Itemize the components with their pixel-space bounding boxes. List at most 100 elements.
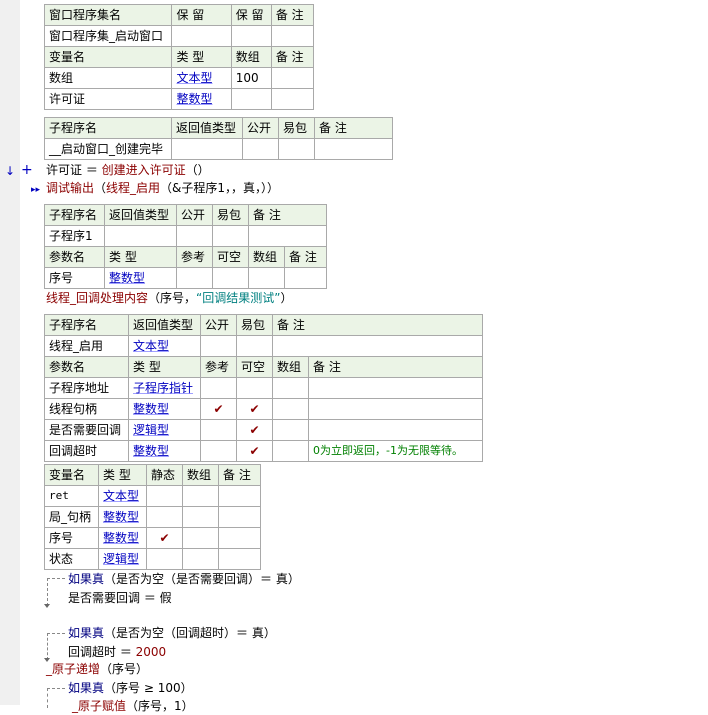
table-cell[interactable] bbox=[314, 138, 393, 160]
table-cell[interactable] bbox=[104, 225, 177, 247]
code-line[interactable]: 是否需要回调 ＝ 假 bbox=[68, 589, 172, 607]
note-cell[interactable] bbox=[307, 398, 484, 420]
table-cell[interactable] bbox=[176, 267, 213, 289]
header-cell: 可空 bbox=[212, 246, 249, 268]
check-icon[interactable]: ✔ bbox=[236, 440, 273, 462]
table-cell[interactable] bbox=[182, 527, 219, 549]
var-name-cell[interactable]: 状态 bbox=[44, 548, 99, 570]
table-cell[interactable] bbox=[176, 225, 213, 247]
code-value: 假 bbox=[159, 591, 172, 605]
breakpoint-arrow-icon[interactable]: ▸▸ bbox=[31, 183, 40, 197]
note-cell[interactable]: 0为立即返回，-1为无限等待。 bbox=[307, 440, 484, 462]
down-arrow-icon[interactable]: ↓ bbox=[5, 164, 15, 178]
header-cell: 备 注 bbox=[270, 46, 315, 68]
var-note-cell[interactable] bbox=[270, 67, 315, 89]
header-cell: 备 注 bbox=[283, 246, 328, 268]
header-cell: 变量名 bbox=[44, 464, 99, 486]
check-icon[interactable]: ✔ bbox=[236, 398, 273, 420]
table-cell[interactable] bbox=[248, 267, 285, 289]
table-cell[interactable] bbox=[270, 25, 315, 47]
sub-name-cell[interactable]: __启动窗口_创建完毕 bbox=[44, 138, 172, 160]
code-line[interactable]: 如果真（序号 ≥ 100） bbox=[68, 679, 193, 697]
check-icon[interactable] bbox=[236, 377, 273, 399]
var-type-cell[interactable]: 逻辑型 bbox=[98, 548, 147, 570]
table-cell[interactable] bbox=[182, 506, 219, 528]
table-cell[interactable] bbox=[272, 398, 309, 420]
table-cell[interactable] bbox=[182, 548, 219, 570]
table-cell[interactable] bbox=[242, 138, 279, 160]
table-cell[interactable] bbox=[272, 419, 309, 441]
table-cell[interactable] bbox=[283, 267, 328, 289]
code-line[interactable]: 调试输出（线程_启用（&子程序1，，真，）） bbox=[46, 179, 279, 197]
var-note-cell[interactable] bbox=[270, 88, 315, 110]
plus-icon[interactable]: + bbox=[21, 163, 33, 177]
table-cell[interactable] bbox=[171, 138, 243, 160]
header-cell: 保 留 bbox=[230, 4, 272, 26]
check-icon[interactable] bbox=[146, 548, 183, 570]
note-cell[interactable] bbox=[307, 377, 484, 399]
code-line[interactable]: 许可证 ＝ 创建进入许可证（） bbox=[46, 161, 210, 179]
sub-name-cell[interactable]: 线程_启用 bbox=[44, 335, 129, 357]
return-type-cell[interactable]: 文本型 bbox=[128, 335, 201, 357]
param-name-cell[interactable]: 序号 bbox=[44, 267, 105, 289]
param-name-cell[interactable]: 线程句柄 bbox=[44, 398, 129, 420]
param-name-cell[interactable]: 子程序地址 bbox=[44, 377, 129, 399]
var-array-cell[interactable] bbox=[230, 88, 272, 110]
code-line[interactable]: 回调超时 ＝ 2000 bbox=[68, 643, 166, 661]
table-cell[interactable] bbox=[218, 485, 261, 507]
table-cell[interactable] bbox=[212, 225, 249, 247]
table-cell[interactable] bbox=[218, 548, 261, 570]
note-cell[interactable] bbox=[307, 419, 484, 441]
param-type-cell[interactable]: 子程序指针 bbox=[128, 377, 201, 399]
table-cell[interactable] bbox=[236, 335, 273, 357]
table-cell[interactable] bbox=[278, 138, 315, 160]
check-icon[interactable] bbox=[146, 506, 183, 528]
code-line[interactable]: _原子递增（序号） bbox=[46, 660, 148, 678]
param-type-cell[interactable]: 整数型 bbox=[104, 267, 177, 289]
code-args: （序号） bbox=[100, 662, 149, 676]
param-type-cell[interactable]: 逻辑型 bbox=[128, 419, 201, 441]
table-cell[interactable] bbox=[271, 335, 484, 357]
code-line[interactable]: 线程_回调处理内容（序号，“回调结果测试”） bbox=[46, 289, 292, 307]
var-type-cell[interactable]: 整数型 bbox=[98, 527, 147, 549]
table-cell[interactable] bbox=[218, 527, 261, 549]
check-icon[interactable] bbox=[146, 485, 183, 507]
param-name-cell[interactable]: 是否需要回调 bbox=[44, 419, 129, 441]
table-cell[interactable] bbox=[182, 485, 219, 507]
var-type-cell[interactable]: 整数型 bbox=[171, 88, 232, 110]
var-type-cell[interactable]: 文本型 bbox=[98, 485, 147, 507]
table-cell[interactable] bbox=[212, 267, 249, 289]
table-cell[interactable] bbox=[230, 25, 272, 47]
var-name-cell[interactable]: 局_句柄 bbox=[44, 506, 99, 528]
sub-name-cell[interactable]: 子程序1 bbox=[44, 225, 105, 247]
check-icon[interactable] bbox=[200, 419, 237, 441]
code-line[interactable]: 如果真（是否为空（回调超时）＝ 真） bbox=[68, 624, 276, 642]
assembly-name-cell[interactable]: 窗口程序集_启动窗口 bbox=[43, 25, 173, 47]
check-icon[interactable]: ✔ bbox=[200, 398, 237, 420]
table-cell[interactable] bbox=[247, 225, 328, 247]
table-cell[interactable] bbox=[171, 25, 232, 47]
table-cell[interactable] bbox=[200, 335, 237, 357]
var-name-cell[interactable]: 许可证 bbox=[43, 88, 173, 110]
check-icon[interactable]: ✔ bbox=[146, 527, 183, 549]
param-name-cell[interactable]: 回调超时 bbox=[44, 440, 129, 462]
var-name-cell[interactable]: 序号 bbox=[44, 527, 99, 549]
code-line[interactable]: 如果真（是否为空（是否需要回调）＝ 真） bbox=[68, 570, 300, 588]
param-type-cell[interactable]: 整数型 bbox=[128, 398, 201, 420]
table-row: 子程序地址 子程序指针 bbox=[44, 377, 484, 399]
check-icon[interactable] bbox=[200, 377, 237, 399]
param-type-cell[interactable]: 整数型 bbox=[128, 440, 201, 462]
var-type-cell[interactable]: 整数型 bbox=[98, 506, 147, 528]
check-icon[interactable]: ✔ bbox=[236, 419, 273, 441]
var-name-cell[interactable]: 数组 bbox=[43, 67, 173, 89]
var-array-cell[interactable]: 100 bbox=[230, 67, 272, 89]
code-args: （序号， bbox=[148, 291, 197, 305]
table-cell[interactable] bbox=[272, 440, 309, 462]
var-type-cell[interactable]: 文本型 bbox=[171, 67, 232, 89]
var-name-cell[interactable]: ret bbox=[44, 485, 99, 507]
code-line[interactable]: _原子赋值（序号，1） bbox=[72, 697, 194, 715]
table-cell[interactable] bbox=[218, 506, 261, 528]
table-cell[interactable] bbox=[272, 377, 309, 399]
code-var: 是否需要回调 ＝ bbox=[68, 591, 160, 605]
check-icon[interactable] bbox=[200, 440, 237, 462]
